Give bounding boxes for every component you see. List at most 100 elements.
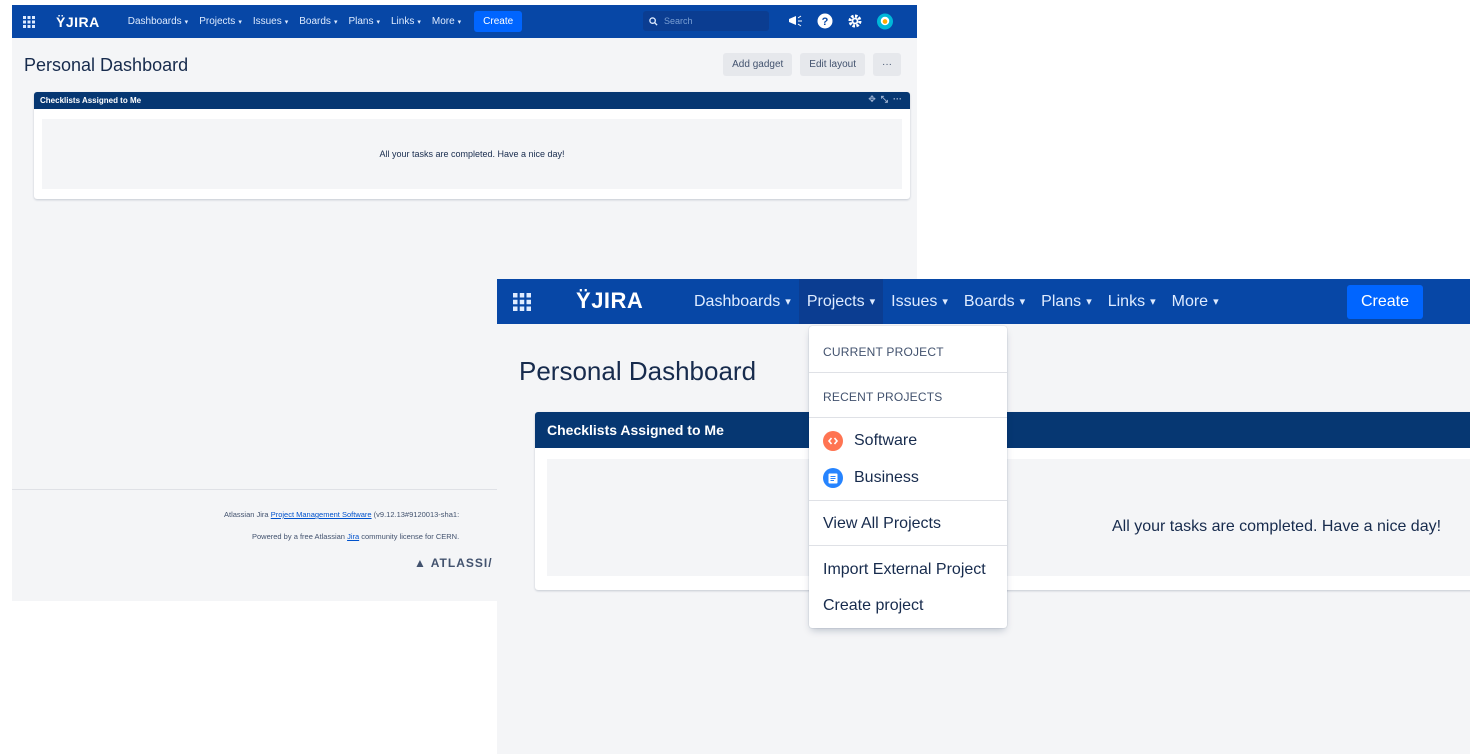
nav-plans[interactable]: Plans ▾ [348,16,380,27]
nav-issues[interactable]: Issues ▾ [253,16,288,27]
chevron-down-icon: ▾ [869,296,876,308]
user-avatar[interactable] [877,13,893,29]
nav-issues-label: Issues [252,16,282,27]
footer-text: Atlassian Jira [224,510,271,519]
nav-dashboards[interactable]: Dashboards ▾ [128,16,188,27]
chevron-down-icon: ▾ [1019,296,1026,308]
nav-issues[interactable]: Issues ▾ [883,279,956,324]
menu-divider [809,500,1007,501]
chevron-down-icon: ▾ [1213,296,1219,308]
menu-divider [809,545,1007,546]
project-item-label: Software [854,432,918,449]
project-item-label: Business [854,469,919,486]
megaphone-icon[interactable] [787,13,803,29]
nav-dashboards-label: Dashboards [694,292,781,310]
chevron-down-icon: ▾ [785,296,791,308]
footer-version-text: (v9.12.13#9120013-sha1: [371,510,460,519]
menu-divider [809,372,1007,373]
nav-links[interactable]: Links ▾ [1100,279,1164,324]
nav-more[interactable]: More ▾ [432,16,461,27]
import-external-project-link[interactable]: Import External Project [823,561,986,579]
more-actions-button[interactable]: ··· [873,53,901,76]
chevron-down-icon: ▾ [238,18,242,26]
current-project-header: CURRENT PROJECT [823,345,944,359]
chevron-down-icon: ▾ [1150,296,1156,308]
nav-items: Dashboards ▾ Projects ▾ Issues ▾ Boards ▾ Pl… [686,279,1227,324]
nav-links[interactable]: Links ▾ [391,16,421,27]
nav-projects[interactable]: Projects ▾ [199,16,242,27]
nav-links-label: Links [1107,292,1146,310]
create-button[interactable]: Create [474,11,523,32]
help-icon[interactable]: ? [817,13,833,29]
recent-projects-header: RECENT PROJECTS [823,390,943,404]
top-navigation-bar: ŸJIRA Dashboards ▾ Projects ▾ Issues ▾ Boar… [12,5,917,38]
gadget-message: All your tasks are completed. Have a nic… [379,149,565,159]
jira-logo[interactable]: ŸJIRA [56,14,100,30]
checklists-gadget: Checklists Assigned to Me ✥ ⤡ ··· All yo… [34,92,910,199]
app-switcher-icon[interactable] [20,13,38,31]
chevron-down-icon: ▾ [457,18,462,26]
chevron-down-icon: ▾ [284,18,289,26]
nav-projects-label: Projects [199,16,236,27]
edit-layout-button[interactable]: Edit layout [800,53,865,76]
settings-gear-icon[interactable] [847,13,863,29]
chevron-down-icon: ▾ [184,18,189,26]
move-icon[interactable]: ✥ [868,94,876,105]
minimize-icon[interactable]: ⤡ [881,94,888,105]
project-item-business[interactable]: Business [823,468,919,488]
jira-link[interactable]: Jira [347,532,359,541]
chevron-down-icon: ▾ [333,18,338,26]
project-item-software[interactable]: Software [823,431,917,451]
add-gadget-button[interactable]: Add gadget [723,53,793,76]
footer-text: Powered by a free Atlassian [252,532,348,541]
gadget-header: Checklists Assigned to Me ✥ ⤡ ··· [34,92,910,109]
view-all-projects-link[interactable]: View All Projects [823,515,941,533]
jira-logo-mark-icon: Ÿ [576,288,592,313]
menu-divider [809,417,1007,418]
footer-version-line: Atlassian Jira Project Management Softwa… [224,510,459,519]
gadget-message: All your tasks are completed. Have a nic… [1112,518,1442,535]
nav-links-label: Links [390,16,415,27]
nav-more[interactable]: More ▾ [1164,279,1227,324]
nav-projects-label: Projects [806,292,865,310]
nav-plans-label: Plans [348,16,374,27]
search-input[interactable]: Search [643,11,769,31]
nav-boards-label: Boards [299,16,331,27]
search-placeholder: Search [664,16,693,26]
projects-dropdown-menu: CURRENT PROJECT RECENT PROJECTS Software… [809,326,1007,628]
nav-boards[interactable]: Boards ▾ [299,16,337,27]
create-project-link[interactable]: Create project [823,597,924,615]
nav-icon-group: ? [787,13,893,29]
gadget-menu-icon[interactable]: ··· [893,94,902,105]
footer-license-line: Powered by a free Atlassian Jira communi… [252,532,459,541]
chevron-down-icon: ▾ [417,18,421,26]
page-title: Personal Dashboard [519,356,757,386]
atlassian-mark-icon: ▲ [414,556,427,570]
project-management-software-link[interactable]: Project Management Software [271,510,372,519]
nav-plans-label: Plans [1041,292,1082,310]
nav-more-label: More [1171,292,1209,310]
atlassian-logo[interactable]: ▲ ATLASSI/ [414,556,493,570]
app-switcher-icon[interactable] [510,290,534,314]
top-navigation-bar: ŸJIRA Dashboards ▾ Projects ▾ Issues ▾ Boar… [497,279,1470,324]
nav-dashboards-label: Dashboards [127,16,182,27]
nav-projects[interactable]: Projects ▾ [798,279,884,324]
nav-boards-label: Boards [963,292,1015,310]
chevron-down-icon: ▾ [1086,296,1092,308]
nav-more-label: More [431,16,455,27]
gadget-title: Checklists Assigned to Me [40,96,142,105]
jira-logo[interactable]: ŸJIRA [576,288,643,314]
search-icon [649,16,658,26]
dashboard-actions: Add gadget Edit layout ··· [723,53,901,76]
software-project-icon [823,431,843,451]
gadget-tools: ✥ ⤡ ··· [868,94,902,105]
chevron-down-icon: ▾ [376,18,380,26]
gadget-body: All your tasks are completed. Have a nic… [42,119,902,189]
create-button[interactable]: Create [1347,285,1424,319]
nav-boards[interactable]: Boards ▾ [956,279,1033,324]
nav-dashboards[interactable]: Dashboards ▾ [686,279,799,324]
gadget-title: Checklists Assigned to Me [547,422,724,438]
dashboard-window-zoomed: ŸJIRA Dashboards ▾ Projects ▾ Issues ▾ Boar… [497,279,1470,754]
nav-plans[interactable]: Plans ▾ [1033,279,1100,324]
footer-license-text: community license for CERN. [359,532,460,541]
